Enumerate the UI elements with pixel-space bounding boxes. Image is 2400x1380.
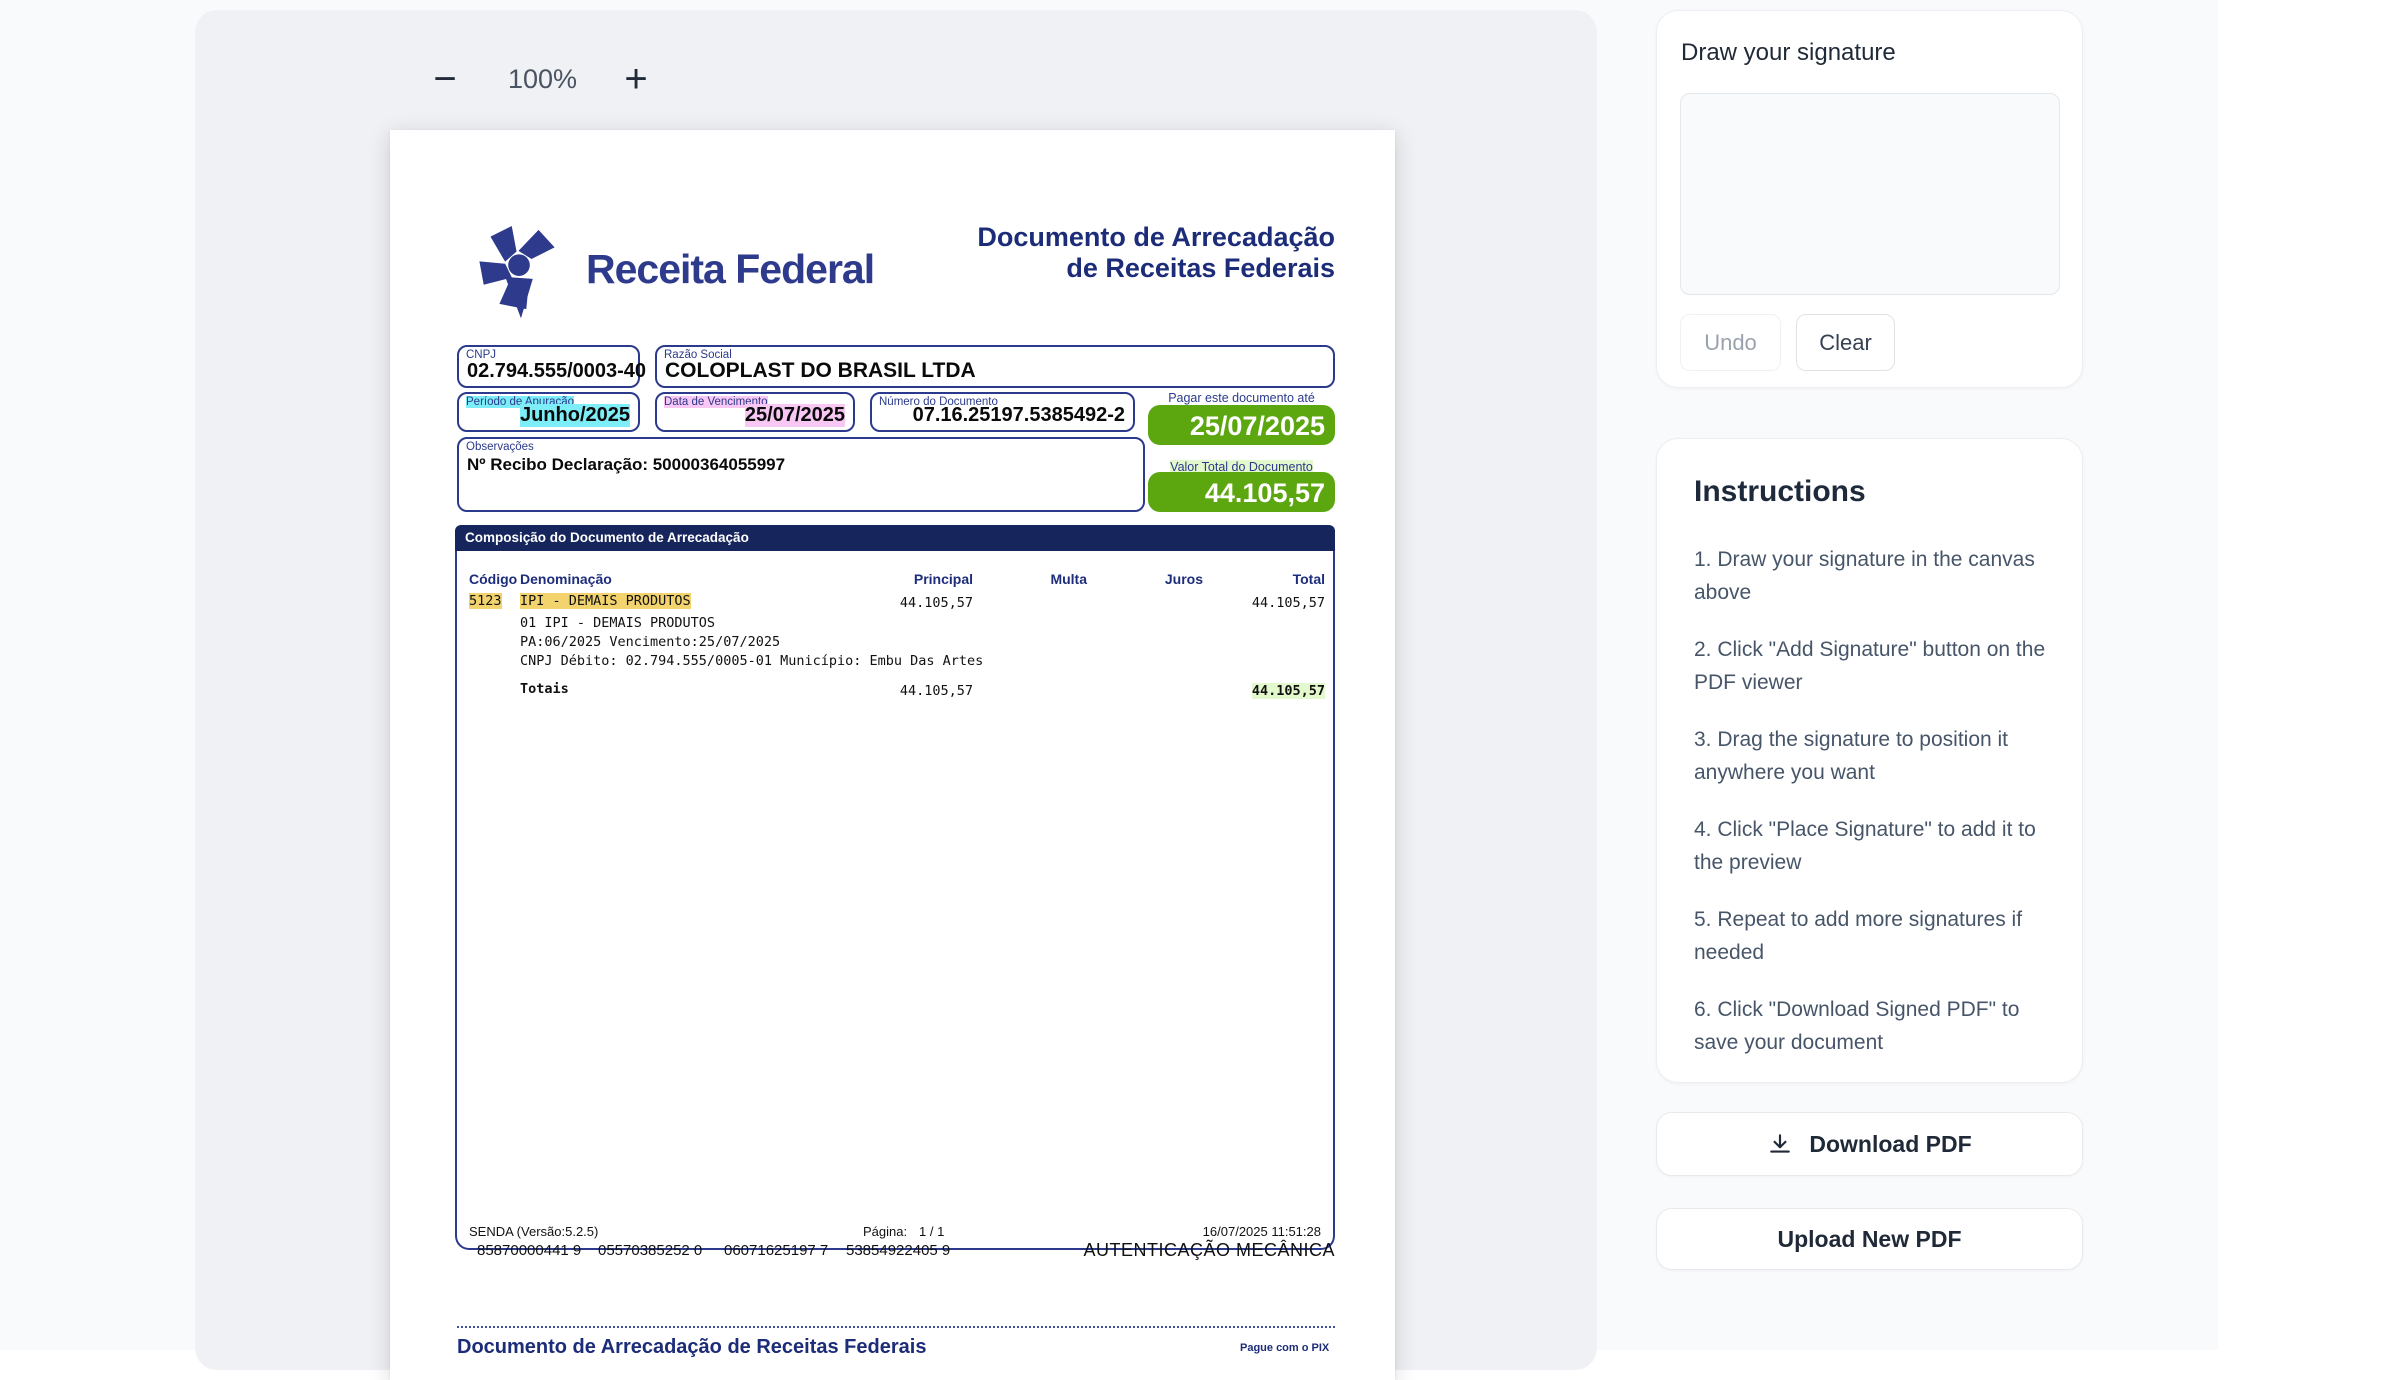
instruction-step-6: 6. Click "Download Signed PDF" to save y…: [1694, 993, 2046, 1059]
total-value: 44.105,57: [1148, 472, 1335, 512]
barcode-3: 06071625197 7: [724, 1242, 828, 1259]
composition-table: Código Denominação Principal Multa Juros…: [455, 551, 1335, 1250]
pay-until-label: Pagar este documento até: [1148, 391, 1335, 405]
barcode-2: 05570385252 0: [598, 1242, 702, 1259]
download-pdf-label: Download PDF: [1809, 1131, 1971, 1158]
pay-until-value: 25/07/2025: [1148, 405, 1335, 445]
auth-label: AUTENTICAÇÃO MECÂNICA: [1083, 1240, 1335, 1261]
col-principal: Principal: [914, 571, 973, 587]
doc-title: Documento de Arrecadação de Receitas Fed…: [977, 222, 1335, 284]
pdf-page: Receita Federal Documento de Arrecadação…: [390, 130, 1395, 1380]
field-numero-value: 07.16.25197.5385492-2: [913, 404, 1125, 427]
upload-pdf-label: Upload New PDF: [1777, 1226, 1961, 1253]
col-juros: Juros: [1165, 571, 1203, 587]
receita-federal-logo-icon: [460, 212, 578, 334]
zoom-toolbar: − 100% +: [428, 54, 653, 104]
row-principal: 44.105,57: [900, 595, 973, 611]
zoom-level: 100%: [508, 64, 577, 95]
instruction-step-2: 2. Click "Add Signature" button on the P…: [1694, 633, 2046, 699]
row-detail-1: 01 IPI - DEMAIS PRODUTOS: [520, 615, 715, 631]
totals-total: 44.105,57: [1252, 683, 1325, 699]
field-cnpj-value: 02.794.555/0003-40: [467, 360, 646, 383]
field-data-vencimento: Data de Vencimento 25/07/2025: [655, 392, 855, 432]
doc-title-line1: Documento de Arrecadação: [977, 222, 1335, 253]
copy-separator: [457, 1326, 1335, 1328]
field-numero-documento: Número do Documento 07.16.25197.5385492-…: [870, 392, 1135, 432]
totals-label: Totais: [520, 681, 569, 697]
row-denominacao: IPI - DEMAIS PRODUTOS: [520, 593, 691, 609]
brand-text: Receita Federal: [586, 246, 874, 293]
field-periodo-apuracao: Período de Apuração Junho/2025: [457, 392, 640, 432]
signature-card: Draw your signature Undo Clear: [1656, 10, 2083, 388]
barcode-4: 53854922405 9: [846, 1242, 950, 1259]
signature-canvas[interactable]: [1680, 93, 2060, 295]
field-periodo-value: Junho/2025: [520, 404, 630, 427]
instructions-title: Instructions: [1694, 475, 1866, 509]
field-cnpj: CNPJ 02.794.555/0003-40: [457, 345, 640, 388]
download-pdf-button[interactable]: Download PDF: [1656, 1112, 2083, 1176]
instruction-step-3: 3. Drag the signature to position it any…: [1694, 723, 2046, 789]
row-total: 44.105,57: [1252, 595, 1325, 611]
instruction-step-5: 5. Repeat to add more signatures if need…: [1694, 903, 2046, 969]
field-observacoes-label: Observações: [466, 441, 534, 453]
undo-button[interactable]: Undo: [1680, 314, 1781, 371]
field-observacoes: Observações Nº Recibo Declaração: 500003…: [457, 437, 1145, 512]
zoom-in-button[interactable]: +: [619, 62, 653, 96]
totals-principal: 44.105,57: [900, 683, 973, 699]
col-denominacao: Denominação: [520, 571, 612, 587]
col-multa: Multa: [1050, 571, 1087, 587]
doc-footer-page-value: 1 / 1: [919, 1224, 944, 1239]
row-detail-3: CNPJ Débito: 02.794.555/0005-01 Municípi…: [520, 653, 983, 669]
barcode-1: 85870000441 9: [477, 1242, 581, 1259]
doc-footer-version: SENDA (Versão:5.2.5): [469, 1224, 598, 1239]
pix-label: Pague com o PIX: [1240, 1342, 1329, 1354]
doc-footer-page-label: Página:: [863, 1224, 907, 1239]
row-detail-2: PA:06/2025 Vencimento:25/07/2025: [520, 634, 780, 650]
clear-button[interactable]: Clear: [1796, 314, 1895, 371]
download-icon: [1767, 1131, 1793, 1157]
field-razao-value: COLOPLAST DO BRASIL LTDA: [665, 359, 976, 383]
next-page-title: Documento de Arrecadação de Receitas Fed…: [457, 1336, 926, 1359]
col-total: Total: [1293, 571, 1325, 587]
field-razao-social: Razão Social COLOPLAST DO BRASIL LTDA: [655, 345, 1335, 388]
field-observacoes-value: Nº Recibo Declaração: 50000364055997: [467, 455, 785, 475]
upload-pdf-button[interactable]: Upload New PDF: [1656, 1208, 2083, 1270]
field-vencimento-value: 25/07/2025: [745, 404, 845, 427]
zoom-out-button[interactable]: −: [428, 62, 462, 96]
col-codigo: Código: [469, 571, 517, 587]
composition-header: Composição do Documento de Arrecadação: [455, 525, 1335, 551]
instruction-step-1: 1. Draw your signature in the canvas abo…: [1694, 543, 2046, 609]
instructions-steps: 1. Draw your signature in the canvas abo…: [1694, 543, 2046, 1083]
signature-title: Draw your signature: [1681, 39, 1896, 67]
instructions-card: Instructions 1. Draw your signature in t…: [1656, 438, 2083, 1083]
doc-title-line2: de Receitas Federais: [977, 253, 1335, 284]
row-codigo: 5123: [469, 593, 502, 609]
doc-footer-timestamp: 16/07/2025 11:51:28: [1203, 1224, 1321, 1239]
instruction-step-4: 4. Click "Place Signature" to add it to …: [1694, 813, 2046, 879]
